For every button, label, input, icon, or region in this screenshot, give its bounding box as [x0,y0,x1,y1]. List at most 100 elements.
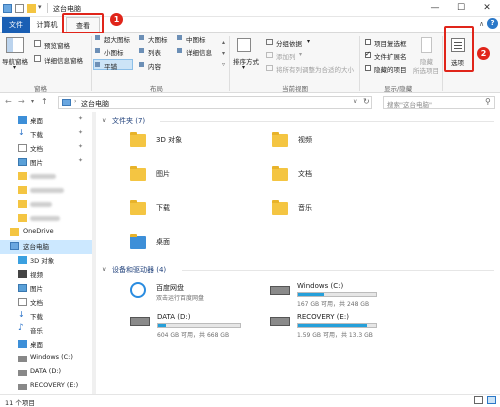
group-by-button[interactable]: 分组依据 [276,38,302,48]
chevron-down-icon[interactable]: ∨ [353,98,357,105]
nav-item-drive-d[interactable]: DATA (D:) [0,366,96,380]
layout-details[interactable]: 详细信息 [186,47,212,57]
nav-item-blurred[interactable] [0,212,96,226]
new-folder-icon[interactable] [27,4,36,13]
chevron-down-icon[interactable]: ▾ [13,64,16,71]
collapse-chevron-icon[interactable]: ∨ [102,117,106,124]
chevron-down-icon[interactable]: ▾ [38,3,42,11]
nav-item-pictures-pc[interactable]: 图片 [0,282,96,296]
minimize-icon[interactable]: — [422,0,448,17]
nav-item-blurred[interactable] [0,198,96,212]
layout-medium[interactable]: 中图标 [186,34,206,44]
large-icons-icon [139,35,144,40]
folder-icon [130,234,146,249]
pin-icon[interactable]: ✦ [78,157,83,164]
pin-icon[interactable]: ✦ [78,143,83,150]
nav-item-desktop[interactable]: 桌面 ✦ [0,114,96,128]
nav-item-documents[interactable]: 文档 ✦ [0,142,96,156]
refresh-icon[interactable]: ↻ [363,97,370,106]
nav-item-desktop-pc[interactable]: 桌面 [0,338,96,352]
blurred-label [30,202,52,207]
forward-arrow-icon[interactable]: → [18,97,25,106]
back-arrow-icon[interactable]: ← [5,97,12,106]
callout-box-options [444,26,474,72]
preview-pane-icon [34,40,41,47]
nav-item-drive-c[interactable]: Windows (C:) [0,352,96,366]
chevron-down-icon[interactable]: ▾ [242,64,245,71]
layout-list[interactable]: 列表 [148,47,161,57]
nav-item-blurred[interactable] [0,184,96,198]
hidden-items-toggle[interactable] [365,65,371,71]
hide-selected-icon [421,37,432,53]
drive-free: 1.59 GB 可用，共 13.3 GB [297,332,373,339]
section-title-devices[interactable]: 设备和驱动器 (4) [112,265,166,275]
desktop-icon [18,340,27,348]
address-row: ← → ▾ ↑ › 这台电脑 ∨ ↻ 搜索"这台电脑" ⚲ [0,94,500,110]
blurred-label [30,188,64,193]
layout-content[interactable]: 内容 [148,61,161,71]
drive-usage-bar [157,323,241,328]
preview-pane-button[interactable]: 预览窗格 [44,40,70,50]
layout-small[interactable]: 小图标 [104,47,124,57]
up-arrow-icon[interactable]: ↑ [41,97,48,106]
breadcrumb[interactable]: 这台电脑 [81,99,109,109]
chevron-down-icon[interactable]: ▾ [307,38,310,45]
small-icons-icon [95,48,100,53]
nav-item-this-pc[interactable]: 这台电脑 [0,240,96,254]
layout-large[interactable]: 大图标 [148,34,168,44]
address-bar[interactable]: › 这台电脑 ∨ ↻ [58,96,372,109]
nav-item-pictures[interactable]: 图片 ✦ [0,156,96,170]
add-column-button[interactable]: 添加列 [276,51,296,61]
item-checkbox-toggle[interactable] [365,39,371,45]
folder-icon [18,214,27,222]
nav-item-documents-pc[interactable]: 文档 [0,296,96,310]
pin-icon[interactable]: ✦ [78,115,83,122]
tiles-view-icon[interactable] [487,396,496,404]
close-icon[interactable]: ✕ [474,0,500,17]
desktop-icon [18,116,27,124]
tab-computer[interactable]: 计算机 [33,17,61,33]
properties-icon[interactable] [15,4,24,13]
chevron-down-icon[interactable]: ▾ [299,51,302,58]
fit-columns-button[interactable]: 将所有列调整为合适的大小 [276,64,354,74]
search-icon[interactable]: ⚲ [485,97,491,106]
maximize-icon[interactable]: ☐ [448,0,474,17]
nav-item-drive-e[interactable]: RECOVERY (E:) [0,380,96,394]
collapse-ribbon-icon[interactable]: ∧ [479,20,484,28]
layout-extra-large[interactable]: 超大图标 [104,34,130,44]
folder-icon [272,200,288,215]
layout-tiles[interactable]: 平铺 [104,61,117,71]
item-checkbox-label: 项目复选框 [374,40,407,48]
nav-item-onedrive[interactable]: OneDrive [0,226,96,240]
chevron-down-icon[interactable]: ▾ [31,98,34,105]
section-title-folders[interactable]: 文件夹 (7) [112,116,145,126]
nav-item-downloads-pc[interactable]: ↓ 下载 [0,310,96,324]
callout-badge-1: 1 [110,13,123,26]
sort-by-icon[interactable] [237,38,251,52]
tab-file[interactable]: 文件 [2,17,30,33]
nav-label: RECOVERY (E:) [30,381,79,389]
nav-item-downloads[interactable]: ↓ 下载 ✦ [0,128,96,142]
folder-icon [18,172,27,180]
details-pane-button[interactable]: 详细信息窗格 [44,55,83,65]
download-icon: ↓ [18,310,25,319]
file-extension-toggle[interactable] [365,50,371,58]
nav-scrollbar[interactable] [92,112,96,394]
group-label-show-hide: 显示/隐藏 [384,85,413,93]
nav-label: 音乐 [30,327,43,335]
nav-item-blurred[interactable] [0,170,96,184]
search-input[interactable]: 搜索"这台电脑" ⚲ [383,96,495,109]
details-view-icon[interactable] [474,396,483,404]
folder-label: 文档 [298,170,312,178]
help-icon[interactable]: ? [487,18,498,29]
gallery-scroll-icon[interactable]: ▴ ▾ ▿ [222,37,225,70]
pin-icon[interactable]: ✦ [78,129,83,136]
collapse-chevron-icon[interactable]: ∨ [102,266,106,273]
nav-item-music[interactable]: ♪ 音乐 [0,323,96,338]
drive-icon [18,356,27,362]
windows-drive-icon [270,286,290,295]
nav-item-3d-objects[interactable]: 3D 对象 [0,254,96,268]
nav-item-videos[interactable]: 视频 [0,268,96,282]
nav-pane-icon[interactable] [6,37,24,53]
sort-by-button[interactable]: 排序方式 [233,56,259,66]
